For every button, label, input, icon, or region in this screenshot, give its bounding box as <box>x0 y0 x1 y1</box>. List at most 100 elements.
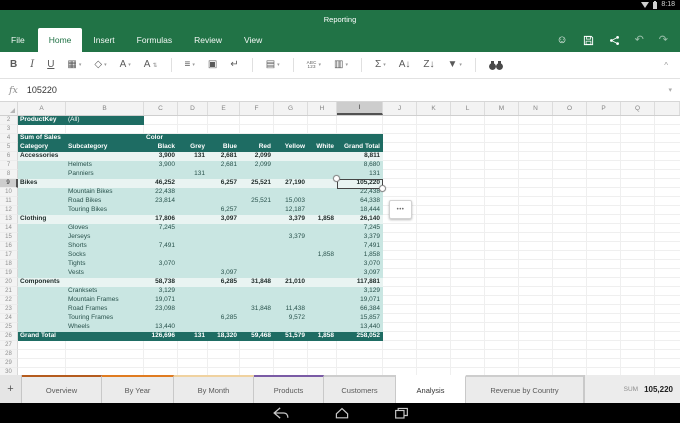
ribbon-tab-home[interactable]: Home <box>38 28 83 52</box>
cell-C6[interactable]: 3,900 <box>144 152 178 161</box>
cell-P15[interactable] <box>587 233 621 242</box>
cell-A10[interactable] <box>18 188 66 197</box>
cell-I18[interactable]: 3,070 <box>337 260 383 269</box>
cell-O20[interactable] <box>553 278 587 287</box>
cell-J9[interactable] <box>383 179 417 188</box>
cell-B24[interactable]: Touring Frames <box>66 314 144 323</box>
cell-M13[interactable] <box>485 215 519 224</box>
cell-Q13[interactable] <box>621 215 655 224</box>
cell-B22[interactable]: Mountain Frames <box>66 296 144 305</box>
cell-A13[interactable]: Clothing <box>18 215 66 224</box>
cell-M4[interactable] <box>485 134 519 143</box>
cell-M25[interactable] <box>485 323 519 332</box>
context-menu-button[interactable]: ••• <box>389 200 412 219</box>
cell-I16[interactable]: 7,491 <box>337 242 383 251</box>
row-header-23[interactable]: 23 <box>0 305 18 314</box>
cell-L26[interactable] <box>451 332 485 341</box>
cell-C9[interactable]: 46,252 <box>144 179 178 188</box>
cell-C29[interactable] <box>144 359 178 368</box>
cell-E10[interactable] <box>208 188 240 197</box>
cell-D26[interactable]: 131 <box>178 332 208 341</box>
column-header-D[interactable]: D <box>178 102 208 115</box>
cell-G27[interactable] <box>274 341 308 350</box>
cell-M29[interactable] <box>485 359 519 368</box>
cell-N2[interactable] <box>519 116 553 125</box>
cell-G5[interactable]: Yellow <box>274 143 308 152</box>
column-header-N[interactable]: N <box>519 102 553 115</box>
cell-E4[interactable] <box>208 134 240 143</box>
cell-P14[interactable] <box>587 224 621 233</box>
row-header-14[interactable]: 14 <box>0 224 18 233</box>
cell-N12[interactable] <box>519 206 553 215</box>
cell-F8[interactable] <box>240 170 274 179</box>
cell-P10[interactable] <box>587 188 621 197</box>
cell-E25[interactable] <box>208 323 240 332</box>
cell-K16[interactable] <box>417 242 451 251</box>
sheet-tab-customers[interactable]: Customers <box>324 375 396 403</box>
redo-icon[interactable]: ↷ <box>659 35 668 46</box>
cell-Q14[interactable] <box>621 224 655 233</box>
cell-A12[interactable] <box>18 206 66 215</box>
cell-L11[interactable] <box>451 197 485 206</box>
cell-K20[interactable] <box>417 278 451 287</box>
cell-C3[interactable] <box>144 125 178 134</box>
row-header-5[interactable]: 5 <box>0 143 18 152</box>
cell-K29[interactable] <box>417 359 451 368</box>
row-header-4[interactable]: 4 <box>0 134 18 143</box>
cell-D10[interactable] <box>178 188 208 197</box>
cell-A4[interactable]: Sum of Sales <box>18 134 66 143</box>
cell-M19[interactable] <box>485 269 519 278</box>
cell-J7[interactable] <box>383 161 417 170</box>
cell-A22[interactable] <box>18 296 66 305</box>
cell-E21[interactable] <box>208 287 240 296</box>
cell-A14[interactable] <box>18 224 66 233</box>
font-color-button[interactable]: A▾ <box>120 59 131 71</box>
cell-Q8[interactable] <box>621 170 655 179</box>
cell-A30[interactable] <box>18 368 66 375</box>
bold-button[interactable]: B <box>10 59 17 71</box>
undo-icon[interactable]: ↶ <box>635 35 644 46</box>
number-format-button[interactable]: ABC123▾ <box>307 61 321 70</box>
cell-P29[interactable] <box>587 359 621 368</box>
cell-L23[interactable] <box>451 305 485 314</box>
cell-H13[interactable]: 1,858 <box>308 215 337 224</box>
cell-B14[interactable]: Gloves <box>66 224 144 233</box>
cell-O5[interactable] <box>553 143 587 152</box>
cell-F2[interactable] <box>240 116 274 125</box>
cell-L21[interactable] <box>451 287 485 296</box>
column-header-F[interactable]: F <box>240 102 274 115</box>
cell-H22[interactable] <box>308 296 337 305</box>
cell-N9[interactable] <box>519 179 553 188</box>
cell-G12[interactable]: 12,187 <box>274 206 308 215</box>
share-icon[interactable] <box>609 35 620 46</box>
cell-P24[interactable] <box>587 314 621 323</box>
cell-A11[interactable] <box>18 197 66 206</box>
column-header-I[interactable]: I <box>337 102 383 115</box>
cell-L24[interactable] <box>451 314 485 323</box>
cell-A2[interactable]: ProductKey <box>18 116 66 125</box>
cell-C21[interactable]: 3,129 <box>144 287 178 296</box>
cell-N30[interactable] <box>519 368 553 375</box>
ribbon-tab-file[interactable]: File <box>0 28 36 52</box>
cell-H26[interactable]: 1,858 <box>308 332 337 341</box>
cell-O15[interactable] <box>553 233 587 242</box>
cell-I11[interactable]: 64,338 <box>337 197 383 206</box>
cell-P26[interactable] <box>587 332 621 341</box>
cell-O30[interactable] <box>553 368 587 375</box>
row-header-16[interactable]: 16 <box>0 242 18 251</box>
cell-M22[interactable] <box>485 296 519 305</box>
cell-A18[interactable] <box>18 260 66 269</box>
cell-G18[interactable] <box>274 260 308 269</box>
cell-N17[interactable] <box>519 251 553 260</box>
home-icon[interactable] <box>334 407 350 419</box>
cell-N20[interactable] <box>519 278 553 287</box>
cell-H18[interactable] <box>308 260 337 269</box>
cell-L30[interactable] <box>451 368 485 375</box>
cell-E22[interactable] <box>208 296 240 305</box>
cell-P8[interactable] <box>587 170 621 179</box>
cell-B6[interactable] <box>66 152 144 161</box>
cell-M12[interactable] <box>485 206 519 215</box>
cell-D11[interactable] <box>178 197 208 206</box>
cell-P4[interactable] <box>587 134 621 143</box>
cell-A3[interactable] <box>18 125 66 134</box>
